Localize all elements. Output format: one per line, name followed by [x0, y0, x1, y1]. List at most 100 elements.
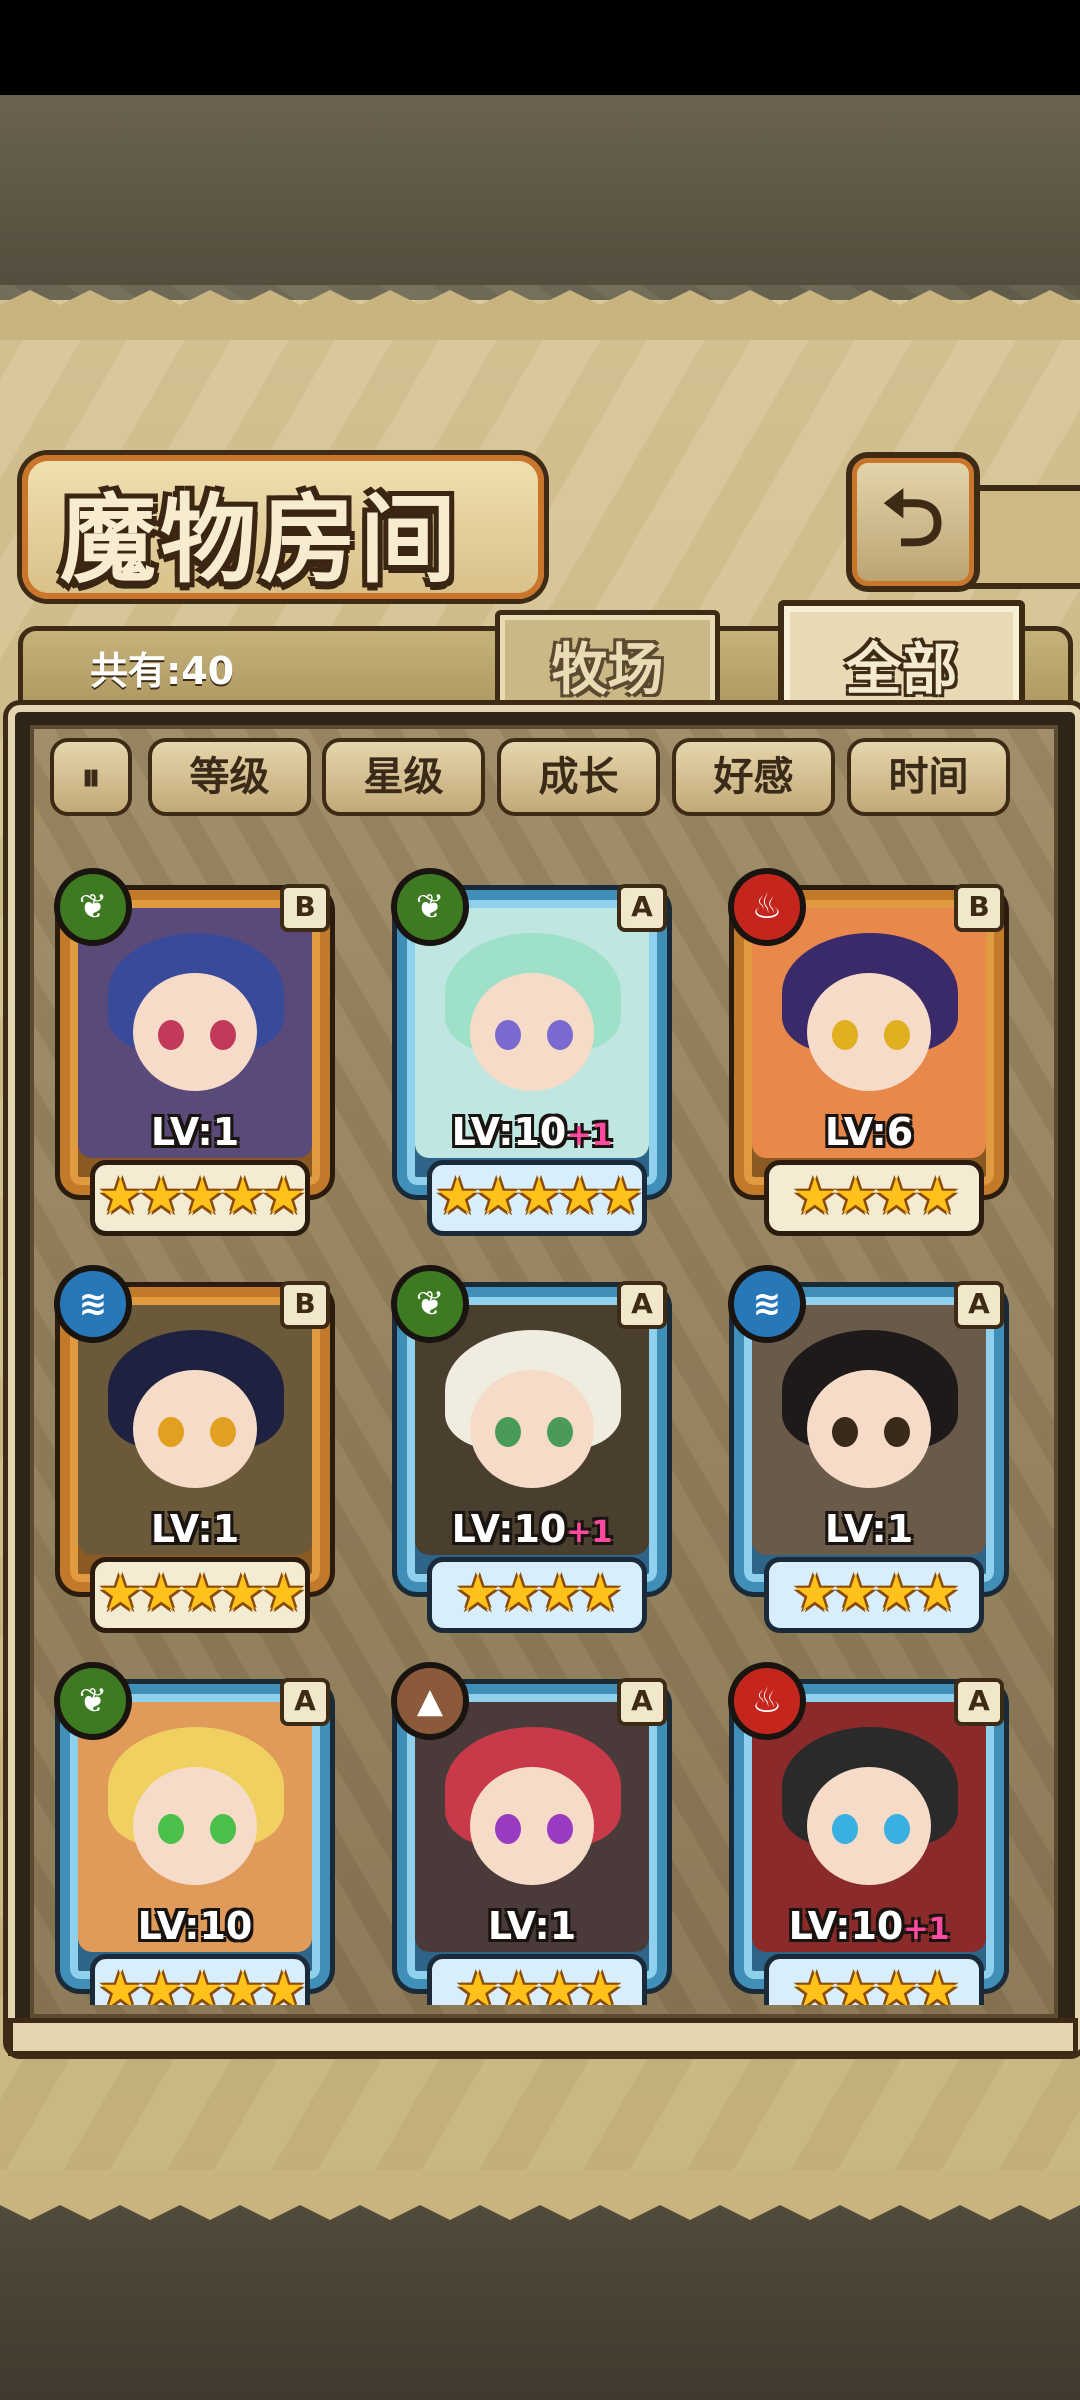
star-bar: ★★★★	[427, 1557, 647, 1633]
monster-eye	[210, 1020, 236, 1050]
monster-face	[133, 1370, 257, 1488]
back-button[interactable]: ⮌	[846, 452, 980, 592]
rank-badge: A	[280, 1678, 330, 1726]
monster-eye	[547, 1417, 573, 1447]
monster-eye	[884, 1814, 910, 1844]
monster-eye	[210, 1814, 236, 1844]
star-bar: ★★★★	[427, 1954, 647, 2005]
leaf-element-icon: ❦	[391, 1265, 469, 1343]
monster-eye	[547, 1814, 573, 1844]
star-rating: ★★★★	[792, 1167, 959, 1225]
monster-card[interactable]: ≋ B LV:1 ★★★★★	[40, 1257, 350, 1647]
page-title: 魔物房间	[60, 483, 460, 596]
bottom-map-strip	[0, 2200, 1080, 2400]
rank-badge: B	[954, 884, 1004, 932]
leaf-element-icon: ❦	[54, 868, 132, 946]
rank-badge: A	[617, 1678, 667, 1726]
star-rating: ★★★★★	[97, 1564, 306, 1622]
star-rating: ★★★★	[455, 1961, 622, 2005]
return-arrow-icon: ⮌	[881, 474, 945, 564]
monster-face	[470, 973, 594, 1091]
level-label: LV:10+1	[451, 1110, 613, 1154]
sort-star-button[interactable]: 星级	[322, 738, 485, 816]
water-element-icon: ≋	[54, 1265, 132, 1343]
water-element-icon: ≋	[728, 1265, 806, 1343]
rank-badge: A	[954, 1281, 1004, 1329]
monster-eye	[495, 1417, 521, 1447]
back-button-rail	[965, 485, 1080, 589]
plus-label: +1	[903, 1912, 950, 1947]
monster-face	[470, 1767, 594, 1885]
level-label: LV:1	[824, 1507, 914, 1551]
monster-face	[133, 1767, 257, 1885]
pause-toggle-button[interactable]: ⏸	[50, 738, 132, 816]
monster-eye	[495, 1814, 521, 1844]
monster-card[interactable]: ❦ A LV:10+1 ★★★★	[377, 1257, 687, 1647]
plus-label: +1	[566, 1515, 613, 1550]
monster-card[interactable]: ❦ A LV:10 ★★★★★	[40, 1654, 350, 2005]
star-rating: ★★★★★	[97, 1961, 306, 2005]
monster-eye	[547, 1020, 573, 1050]
monster-card[interactable]: ❦ A LV:10+1 ★★★★★	[377, 860, 687, 1250]
monster-card[interactable]: ▲ A LV:1 ★★★★	[377, 1654, 687, 2005]
level-label: LV:1	[487, 1904, 577, 1948]
star-bar: ★★★★	[764, 1160, 984, 1236]
monster-face	[807, 973, 931, 1091]
monster-card[interactable]: ≋ A LV:1 ★★★★	[714, 1257, 1024, 1647]
monster-eye	[832, 1020, 858, 1050]
bottom-zigzag-edge	[0, 2170, 1080, 2220]
monster-card[interactable]: ♨ A LV:10+1 ★★★★	[714, 1654, 1024, 2005]
top-map-strip	[0, 95, 1080, 285]
rank-badge: B	[280, 884, 330, 932]
fire-element-icon: ♨	[728, 868, 806, 946]
monster-eye	[832, 1814, 858, 1844]
sort-affection-button[interactable]: 好感	[672, 738, 835, 816]
monster-card[interactable]: ❦ B LV:1 ★★★★★	[40, 860, 350, 1250]
star-bar: ★★★★★	[427, 1160, 647, 1236]
rank-badge: A	[617, 1281, 667, 1329]
monster-eye	[158, 1020, 184, 1050]
monster-face	[133, 973, 257, 1091]
rank-badge: A	[617, 884, 667, 932]
level-label: LV:6	[824, 1110, 914, 1154]
monster-eye	[158, 1814, 184, 1844]
level-label: LV:1	[150, 1110, 240, 1154]
level-label: LV:10+1	[788, 1904, 950, 1948]
fire-element-icon: ♨	[728, 1662, 806, 1740]
panel-bottom-rail	[8, 2018, 1078, 2056]
star-bar: ★★★★★	[90, 1954, 310, 2005]
sort-level-button[interactable]: 等级	[148, 738, 311, 816]
level-label: LV:10	[137, 1904, 253, 1948]
monster-face	[807, 1767, 931, 1885]
monster-eye	[884, 1417, 910, 1447]
sort-bar: ⏸ 等级 星级 成长 好感 时间	[40, 730, 1040, 818]
sort-growth-button[interactable]: 成长	[497, 738, 660, 816]
star-rating: ★★★★★	[434, 1167, 643, 1225]
monster-card[interactable]: ♨ B LV:6 ★★★★	[714, 860, 1024, 1250]
star-bar: ★★★★★	[90, 1557, 310, 1633]
rank-badge: A	[954, 1678, 1004, 1726]
monster-eye	[210, 1417, 236, 1447]
monster-eye	[884, 1020, 910, 1050]
star-rating: ★★★★	[792, 1961, 959, 2005]
star-rating: ★★★★★	[97, 1167, 306, 1225]
plus-label: +1	[566, 1118, 613, 1153]
rank-badge: B	[280, 1281, 330, 1329]
monster-eye	[495, 1020, 521, 1050]
monster-eye	[158, 1417, 184, 1447]
star-bar: ★★★★	[764, 1954, 984, 2005]
monster-face	[470, 1370, 594, 1488]
earth-element-icon: ▲	[391, 1662, 469, 1740]
status-bar	[0, 0, 1080, 95]
level-label: LV:1	[150, 1507, 240, 1551]
star-rating: ★★★★	[455, 1564, 622, 1622]
level-label: LV:10+1	[451, 1507, 613, 1551]
star-bar: ★★★★★	[90, 1160, 310, 1236]
monster-eye	[832, 1417, 858, 1447]
monster-grid: ❦ B LV:1 ★★★★★ ❦ A LV:10+1 ★★★★★ ♨ B LV:…	[30, 820, 1050, 2005]
top-zigzag-edge	[0, 290, 1080, 340]
star-bar: ★★★★	[764, 1557, 984, 1633]
monster-count: 共有:40	[90, 649, 235, 693]
sort-time-button[interactable]: 时间	[847, 738, 1010, 816]
star-rating: ★★★★	[792, 1564, 959, 1622]
